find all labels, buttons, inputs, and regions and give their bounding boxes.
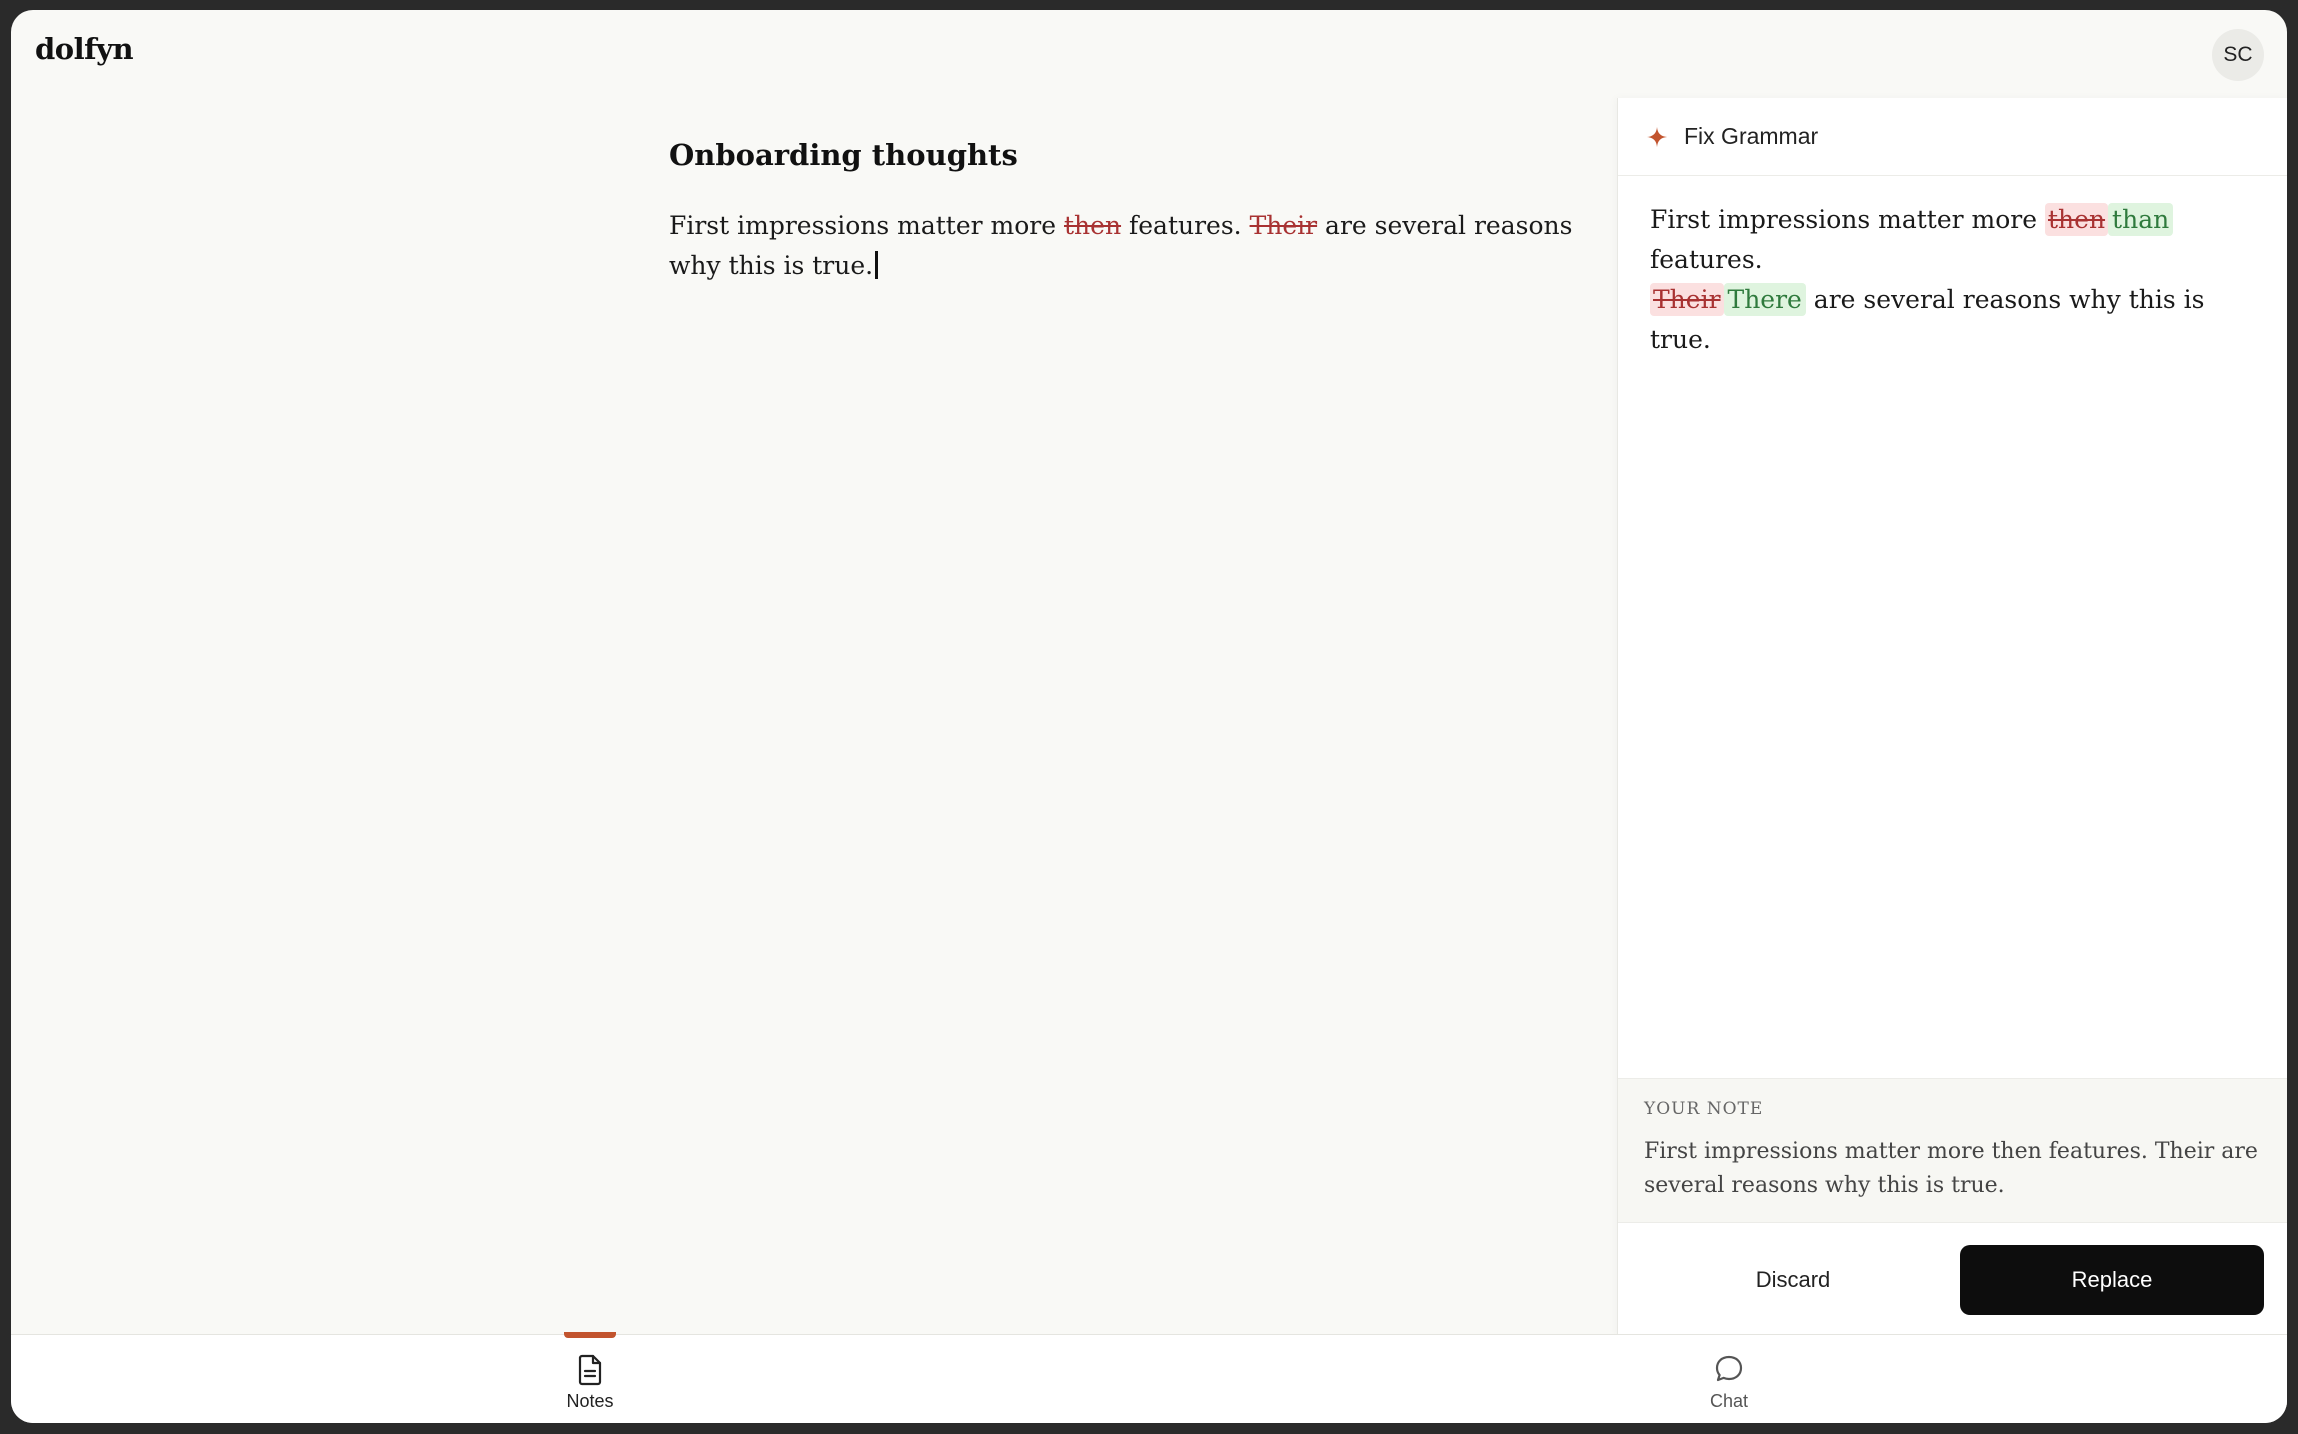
discard-button[interactable]: Discard bbox=[1668, 1245, 1918, 1315]
panel-title: Fix Grammar bbox=[1684, 123, 1819, 149]
replace-button[interactable]: Replace bbox=[1960, 1245, 2264, 1315]
suggestion-text-segment: First impressions matter more bbox=[1650, 205, 2045, 234]
your-note-label: YOUR NOTE bbox=[1644, 1099, 1764, 1119]
original-note-box: YOUR NOTE First impressions matter more … bbox=[1618, 1078, 2287, 1223]
document-icon bbox=[578, 1354, 602, 1386]
sparkle-icon bbox=[1646, 126, 1668, 147]
body-text-segment: First impressions matter more bbox=[669, 211, 1064, 240]
suggestion-text-segment: features. bbox=[1650, 245, 1763, 274]
tab-chat[interactable]: Chat bbox=[1669, 1335, 1789, 1423]
tab-chat-label: Chat bbox=[1709, 1391, 1749, 1411]
bottom-nav: Notes Chat bbox=[11, 1332, 2287, 1423]
tab-notes[interactable]: Notes bbox=[530, 1332, 650, 1423]
note-title[interactable]: Onboarding thoughts bbox=[669, 138, 1619, 172]
original-note-text: First impressions matter more then featu… bbox=[1644, 1139, 2258, 1198]
chat-bubble-icon bbox=[1715, 1355, 1743, 1382]
note-body[interactable]: First impressions matter more then featu… bbox=[669, 206, 1619, 286]
panel-header: Fix Grammar bbox=[1618, 98, 2287, 176]
suggestion-preview: First impressions matter more then than f… bbox=[1618, 176, 2287, 360]
grammar-error-then[interactable]: then bbox=[1064, 211, 1121, 240]
body-text-segment: features. bbox=[1121, 211, 1250, 240]
tab-notes-label: Notes bbox=[566, 1391, 614, 1411]
deletion-their: Their bbox=[1650, 283, 1724, 316]
active-tab-indicator bbox=[564, 1332, 616, 1338]
insertion-there: There bbox=[1723, 283, 1806, 316]
deletion-then: then bbox=[2045, 203, 2109, 236]
user-avatar[interactable]: SC bbox=[2212, 29, 2264, 81]
insertion-than: than bbox=[2108, 203, 2174, 236]
app-window: dolfyn SC Onboarding thoughts First impr… bbox=[11, 10, 2287, 1423]
app-logo[interactable]: dolfyn bbox=[35, 32, 134, 66]
fix-grammar-panel: Fix Grammar First impressions matter mor… bbox=[1617, 98, 2287, 1338]
text-cursor bbox=[875, 251, 879, 279]
note-editor[interactable]: Onboarding thoughts First impressions ma… bbox=[669, 138, 1619, 286]
grammar-error-their[interactable]: Their bbox=[1250, 211, 1318, 240]
